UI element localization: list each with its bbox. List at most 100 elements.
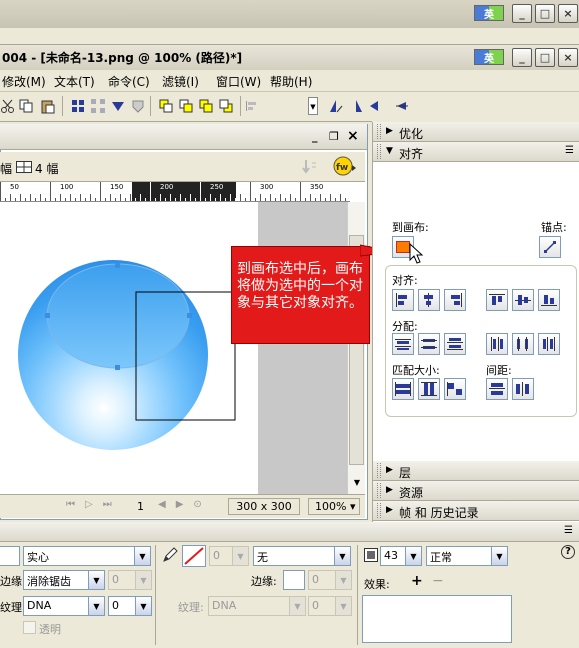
canvas-restore-button[interactable]: ❐ <box>329 130 339 143</box>
space-horizontal-button[interactable] <box>512 378 534 400</box>
doc-close-button[interactable]: × <box>558 48 578 67</box>
rotate-right-icon[interactable] <box>348 98 364 114</box>
menu-command[interactable]: 命令(C) <box>108 73 150 90</box>
align-center-h-button[interactable] <box>418 289 440 311</box>
grip-handle[interactable] <box>377 503 381 518</box>
ruler-label: 350 <box>310 183 324 191</box>
menu-help[interactable]: 帮助(H) <box>270 73 312 90</box>
edge-select[interactable]: 消除锯齿 ▼ <box>23 570 105 590</box>
send-backward-icon[interactable] <box>198 98 214 114</box>
distribute-top-button[interactable] <box>392 333 414 355</box>
edge-amount-field[interactable]: 0 ▼ <box>108 570 152 590</box>
menu-bar: 修改(M) 文本(T) 命令(C) 滤镜(I) 窗口(W) 帮助(H) <box>0 70 579 92</box>
copy-icon[interactable] <box>18 98 34 114</box>
stroke-color-swatch[interactable] <box>182 545 206 567</box>
texture-amount-field[interactable]: 0 ▼ <box>108 596 152 616</box>
bring-front-icon[interactable] <box>158 98 174 114</box>
rotate-left-icon[interactable] <box>328 98 344 114</box>
distribute-center-h-icon <box>517 337 528 351</box>
stroke-edge-amount-field[interactable]: 0 ▼ <box>308 570 352 590</box>
mouse-cursor-icon <box>409 243 424 264</box>
doc-minimize-button[interactable]: _ <box>512 48 532 67</box>
distribute-right-button[interactable] <box>538 333 560 355</box>
grip-handle[interactable] <box>377 124 381 139</box>
canvas-minimize-button[interactable]: _ <box>312 130 318 143</box>
match-width-icon <box>395 382 411 396</box>
doc-maximize-button[interactable]: □ <box>535 48 555 67</box>
align-dropdown-icon[interactable] <box>244 98 260 114</box>
bring-forward-icon[interactable] <box>178 98 194 114</box>
edge-amount-value: 0 <box>112 573 119 586</box>
fill-color-swatch[interactable] <box>0 546 20 566</box>
distribute-left-button[interactable] <box>486 333 508 355</box>
mask-icon[interactable] <box>110 98 126 114</box>
panel-header-optimize[interactable]: ▶ 优化 <box>373 122 579 142</box>
group-icon[interactable] <box>70 98 86 114</box>
app-maximize-button[interactable]: □ <box>535 4 555 23</box>
distribute-bottom-button[interactable] <box>444 333 466 355</box>
menu-filter[interactable]: 滤镜(I) <box>162 73 199 90</box>
stroke-texture-amount-value: 0 <box>312 599 319 612</box>
opacity-field[interactable]: 43 ▼ <box>380 546 422 566</box>
menu-window[interactable]: 窗口(W) <box>216 73 261 90</box>
menu-modify[interactable]: 修改(M) <box>2 73 46 90</box>
panel-header-frames-history[interactable]: ▶ 帧 和 历史记录 <box>373 501 579 521</box>
panel-options-menu-icon[interactable]: ☰ <box>565 145 574 156</box>
canvas-close-button[interactable]: × <box>347 128 359 144</box>
stroke-type-select[interactable]: 无 ▼ <box>253 546 351 566</box>
panel-header-layers[interactable]: ▶ 层 <box>373 461 579 481</box>
app-close-button[interactable]: × <box>558 4 578 23</box>
align-bottom-button[interactable] <box>538 289 560 311</box>
match-width-button[interactable] <box>392 378 414 400</box>
properties-options-icon[interactable]: ☰ <box>564 525 573 536</box>
ungroup-icon[interactable] <box>90 98 106 114</box>
panel-header-assets[interactable]: ▶ 资源 <box>373 481 579 501</box>
ime-language-icon[interactable]: 英 <box>474 5 504 21</box>
help-button[interactable]: ? <box>561 545 575 559</box>
stroke-size-field[interactable]: 0 ▼ <box>209 546 249 566</box>
grip-handle[interactable] <box>377 483 381 498</box>
mask-alt-icon[interactable] <box>130 98 146 114</box>
quick-export-icon[interactable]: fw <box>330 155 358 177</box>
scroll-down-arrow[interactable]: ▼ <box>350 478 364 492</box>
stroke-texture-amount-field[interactable]: 0 ▼ <box>308 596 352 616</box>
grip-handle[interactable] <box>377 144 381 159</box>
match-both-button[interactable] <box>444 378 466 400</box>
distribute-center-v-button[interactable] <box>418 333 440 355</box>
texture-select[interactable]: DNA ▼ <box>23 596 105 616</box>
expand-arrow-icon: ▼ <box>386 146 393 156</box>
blend-mode-select[interactable]: 正常 ▼ <box>426 546 508 566</box>
send-back-icon[interactable] <box>218 98 234 114</box>
frame-step-controls[interactable]: ◀▶⊙ <box>158 499 212 510</box>
distribute-center-h-button[interactable] <box>512 333 534 355</box>
menu-text[interactable]: 文本(T) <box>54 73 95 90</box>
space-vertical-button[interactable] <box>486 378 508 400</box>
panel-header-align[interactable]: ▼ 对齐 ☰ <box>373 142 579 162</box>
frame-controls[interactable]: ⏮▷⏭ <box>66 499 122 510</box>
stroke-edge-field[interactable] <box>283 570 305 590</box>
stroke-texture-select[interactable]: DNA ▼ <box>208 596 306 616</box>
align-left-button[interactable] <box>392 289 414 311</box>
effects-add-button[interactable]: + <box>411 573 423 589</box>
ruler-label: 100 <box>60 183 74 191</box>
transparent-checkbox[interactable] <box>23 621 36 634</box>
ime-language-icon-2[interactable]: 英 <box>474 49 504 65</box>
paste-icon[interactable] <box>40 98 56 114</box>
app-minimize-button[interactable]: _ <box>512 4 532 23</box>
cut-icon[interactable] <box>0 98 16 114</box>
preview-tab-2up[interactable]: 幅 <box>0 160 12 177</box>
fill-type-select[interactable]: 实心 ▼ <box>23 546 151 566</box>
match-height-button[interactable] <box>418 378 440 400</box>
grip-handle[interactable] <box>377 463 381 478</box>
anchor-button[interactable] <box>539 236 561 258</box>
align-center-v-button[interactable] <box>512 289 534 311</box>
effects-remove-button[interactable]: − <box>432 573 444 589</box>
zoom-select[interactable]: 100% ▾ <box>308 498 360 515</box>
preview-tab-4up[interactable]: 4 幅 <box>35 160 58 177</box>
effects-list[interactable] <box>362 595 512 643</box>
align-top-button[interactable] <box>486 289 508 311</box>
flip-icon[interactable] <box>368 98 384 114</box>
align-right-button[interactable] <box>444 289 466 311</box>
flip-vertical-icon[interactable] <box>394 98 410 114</box>
align-dropdown-arrow[interactable]: ▼ <box>308 97 318 115</box>
